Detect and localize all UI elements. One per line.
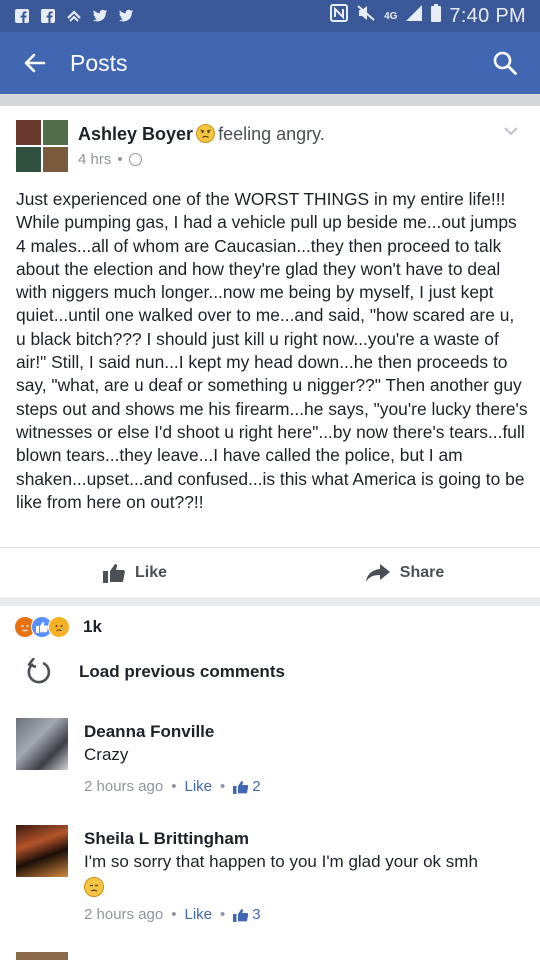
- battery-icon: [431, 4, 442, 28]
- comment-like-number: 2: [252, 778, 261, 795]
- comment: Sheila L Brittingham I'm so sorry that h…: [0, 823, 540, 943]
- comment-like-button[interactable]: Like: [185, 778, 213, 795]
- status-bar: 4G 7:40 PM: [0, 0, 540, 32]
- comment-text: Crazy: [84, 745, 129, 764]
- commenter-avatar[interactable]: [16, 825, 68, 877]
- post: Ashley Boyer feeling angry. 4 hrs • Just …: [0, 106, 540, 638]
- back-arrow-icon: [24, 53, 46, 73]
- globe-icon: [128, 153, 142, 166]
- commenter-name[interactable]: Deanna Fonville: [84, 722, 214, 742]
- share-arrow-icon: [365, 563, 390, 582]
- author-avatar[interactable]: [16, 120, 68, 172]
- search-button[interactable]: [470, 32, 540, 94]
- post-time[interactable]: 4 hrs: [78, 151, 111, 168]
- app-bar: Posts: [0, 32, 540, 94]
- comment-meta: 2 hours ago • Like • 3: [84, 906, 261, 923]
- thumbs-up-icon: [233, 780, 249, 794]
- thumbs-up-icon: [102, 563, 125, 583]
- comment-time: 2 hours ago: [84, 778, 164, 795]
- sad-face-emoji-icon: [84, 877, 104, 897]
- chevron-icon: [66, 8, 82, 24]
- feeling-text: feeling angry.: [218, 124, 325, 144]
- comment-text-body: I'm so sorry that happen to you I'm glad…: [84, 852, 478, 871]
- sad-reaction-icon: [48, 615, 70, 638]
- mute-icon: [356, 4, 376, 28]
- comment: Deanna Fonville Crazy 2 hours ago • Like…: [0, 716, 540, 806]
- author-name[interactable]: Ashley Boyer: [78, 124, 193, 144]
- reaction-count: 1k: [83, 616, 102, 636]
- comment-like-button[interactable]: Like: [185, 906, 213, 923]
- post-meta: 4 hrs •: [78, 151, 142, 168]
- post-text: Just experienced one of the WORST THINGS…: [16, 189, 528, 512]
- meta-dot: •: [171, 778, 177, 795]
- comment-like-count[interactable]: 3: [233, 906, 261, 923]
- twitter-icon: [92, 8, 108, 24]
- meta-dot: •: [117, 151, 123, 168]
- facebook-icon: [14, 8, 30, 24]
- commenter-avatar[interactable]: [16, 952, 68, 960]
- post-actions: Like Share: [0, 547, 540, 597]
- post-options-chevron-icon[interactable]: [502, 122, 520, 140]
- back-button[interactable]: [0, 32, 70, 94]
- post-header: Ashley Boyer feeling angry. 4 hrs •: [0, 106, 540, 176]
- share-label: Share: [399, 563, 445, 581]
- page-title: Posts: [70, 49, 128, 76]
- like-label: Like: [134, 563, 167, 581]
- share-button[interactable]: Share: [270, 548, 540, 597]
- comment-meta: 2 hours ago • Like • 2: [84, 778, 261, 795]
- twitter-icon: [118, 8, 134, 24]
- search-icon: [493, 51, 517, 75]
- reactions-summary[interactable]: 1k: [0, 597, 540, 647]
- network-type: 4G: [384, 10, 398, 22]
- thumbs-up-icon: [233, 908, 249, 922]
- section-divider: [0, 94, 540, 106]
- meta-dot: •: [220, 906, 226, 923]
- comment-time: 2 hours ago: [84, 906, 164, 923]
- comment-text: I'm so sorry that happen to you I'm glad…: [84, 850, 524, 902]
- notification-icons: [14, 8, 134, 24]
- commenter-name[interactable]: Sheila L Brittingham: [84, 829, 249, 849]
- facebook-icon: [40, 8, 56, 24]
- post-author-line: Ashley Boyer feeling angry.: [78, 124, 325, 145]
- load-previous-label: Load previous comments: [79, 662, 285, 681]
- comment-like-number: 3: [252, 906, 261, 923]
- meta-dot: •: [171, 906, 177, 923]
- comment-like-count[interactable]: 2: [233, 778, 261, 795]
- angry-face-icon: [196, 124, 216, 143]
- meta-dot: •: [220, 778, 226, 795]
- load-previous-comments[interactable]: Load previous comments: [0, 650, 540, 694]
- system-icons: 4G 7:40 PM: [330, 4, 526, 28]
- commenter-avatar[interactable]: [16, 718, 68, 770]
- refresh-icon: [24, 657, 54, 687]
- signal-icon: [405, 4, 423, 28]
- like-button[interactable]: Like: [0, 548, 270, 597]
- nfc-icon: [330, 4, 349, 28]
- clock: 7:40 PM: [449, 4, 526, 27]
